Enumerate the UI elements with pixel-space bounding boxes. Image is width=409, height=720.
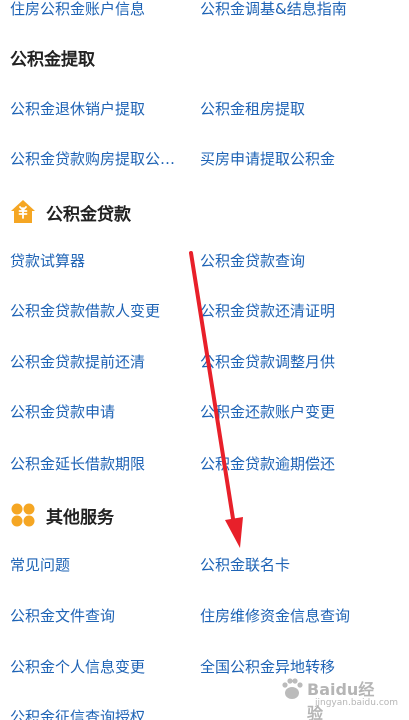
link-rate-interest-guide[interactable]: 公积金调基&结息指南	[200, 0, 405, 20]
link-extend-loan-term[interactable]: 公积金延长借款期限	[10, 453, 192, 475]
four-dots-icon	[10, 502, 36, 528]
link-loan-payoff-certificate[interactable]: 公积金贷款还清证明	[200, 300, 405, 322]
link-nationwide-transfer[interactable]: 全国公积金异地转移	[200, 656, 405, 678]
watermark-brand: Baidu经验	[307, 680, 375, 720]
link-early-repayment[interactable]: 公积金贷款提前还清	[10, 351, 192, 373]
link-adjust-monthly-payment[interactable]: 公积金贷款调整月供	[200, 351, 405, 373]
section-header-loan: 公积金贷款	[10, 199, 131, 225]
link-loan-application[interactable]: 公积金贷款申请	[10, 401, 192, 423]
link-document-query[interactable]: 公积金文件查询	[10, 605, 192, 627]
link-loan-purchase-withdrawal[interactable]: 公积金贷款购房提取公…	[10, 148, 192, 170]
link-account-info[interactable]: 住房公积金账户信息	[10, 0, 192, 20]
link-faq[interactable]: 常见问题	[10, 554, 192, 576]
link-joint-card[interactable]: 公积金联名卡	[200, 554, 405, 576]
link-loan-query[interactable]: 公积金贷款查询	[200, 250, 405, 272]
section-header-other: 其他服务	[10, 502, 114, 528]
section-title-other: 其他服务	[46, 507, 114, 528]
link-repayment-account-change[interactable]: 公积金还款账户变更	[200, 401, 405, 423]
link-personal-info-change[interactable]: 公积金个人信息变更	[10, 656, 192, 678]
baidu-watermark: Baidu经验 jingyan.baidu.com	[279, 672, 398, 720]
link-retire-withdrawal[interactable]: 公积金退休销户提取	[10, 98, 192, 120]
watermark-url: jingyan.baidu.com	[315, 698, 399, 708]
link-credit-query-authorization[interactable]: 公积金征信查询授权	[10, 706, 192, 720]
link-rent-withdrawal[interactable]: 公积金租房提取	[200, 98, 405, 120]
house-loan-icon	[10, 199, 36, 225]
section-title-withdrawal: 公积金提取	[10, 50, 95, 70]
link-maintenance-fund-query[interactable]: 住房维修资金信息查询	[200, 605, 405, 627]
link-overdue-repayment[interactable]: 公积金贷款逾期偿还	[200, 453, 405, 475]
link-loan-calculator[interactable]: 贷款试算器	[10, 250, 192, 272]
link-borrower-change[interactable]: 公积金贷款借款人变更	[10, 300, 192, 322]
paw-logo-icon	[282, 678, 303, 699]
link-purchase-withdrawal[interactable]: 买房申请提取公积金	[200, 148, 405, 170]
service-list-page: 住房公积金账户信息 公积金调基&结息指南 公积金提取 公积金退休销户提取 公积金…	[0, 0, 409, 720]
section-title-loan: 公积金贷款	[46, 204, 131, 225]
